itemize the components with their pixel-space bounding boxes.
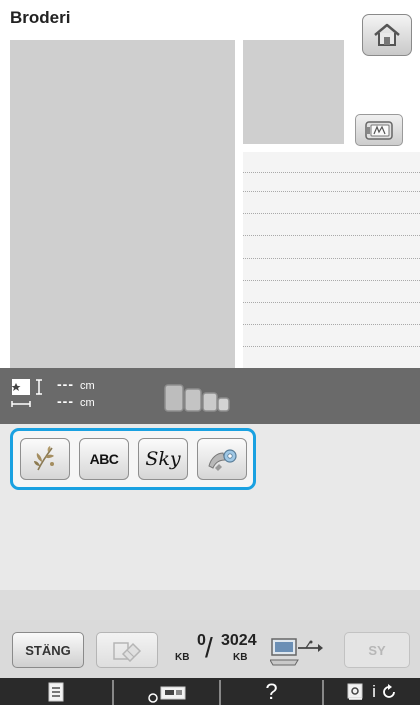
pattern-thumbnail — [243, 40, 344, 144]
rotate-icon — [383, 683, 395, 698]
pattern-width-readout: --- cm — [57, 376, 95, 394]
info-row — [243, 191, 420, 192]
info-label: i — [372, 681, 376, 701]
memory-total-value: 3024 — [221, 632, 257, 649]
pattern-height-value: --- — [57, 393, 74, 409]
info-row — [243, 280, 420, 281]
list-icon — [48, 682, 64, 701]
info-row — [243, 172, 420, 173]
category-button-alphabet[interactable]: ABC — [79, 438, 129, 480]
help-key[interactable]: ? — [221, 678, 322, 705]
settings-key[interactable]: i — [324, 678, 420, 705]
pattern-height-readout: --- cm — [57, 393, 95, 411]
size-icon — [10, 377, 50, 416]
pattern-width-unit: cm — [80, 380, 95, 392]
category-button-floral[interactable] — [20, 438, 70, 480]
memory-total-unit: KB — [233, 652, 248, 663]
page-title: Broderi — [10, 8, 71, 27]
sew-button[interactable]: SY — [344, 632, 410, 668]
pattern-info-list — [243, 152, 420, 368]
info-row — [243, 302, 420, 303]
info-row — [243, 324, 420, 325]
home-icon — [374, 23, 400, 46]
pattern-height-unit: cm — [80, 397, 95, 409]
delete-button[interactable] — [96, 632, 158, 668]
info-row — [243, 346, 420, 347]
pattern-list-key[interactable] — [0, 678, 112, 705]
machine-key[interactable] — [114, 678, 219, 705]
machine-icon — [147, 686, 185, 703]
saved-pattern-icon — [208, 449, 237, 471]
hoops-icon — [163, 383, 231, 418]
settings-icon — [347, 683, 363, 700]
eraser-icon — [113, 642, 142, 662]
info-row — [243, 213, 420, 214]
memory-separator: / — [205, 632, 213, 663]
floral-pattern-icon — [34, 446, 54, 471]
memory-used-unit: KB — [175, 652, 190, 663]
pc-usb-icon — [269, 636, 324, 673]
category-panel-footer — [0, 590, 420, 620]
home-button[interactable] — [362, 14, 412, 56]
hoop-display-button[interactable] — [355, 114, 403, 146]
category-alphabet-label: ABC — [89, 451, 119, 467]
info-row — [243, 235, 420, 236]
category-button-saved[interactable] — [197, 438, 247, 480]
close-button[interactable]: STÄNG — [12, 632, 84, 668]
hoop-frame-icon — [365, 121, 393, 140]
help-label: ? — [265, 678, 278, 704]
category-button-script[interactable]: Sky — [138, 438, 188, 480]
info-row — [243, 258, 420, 259]
pattern-width-value: --- — [57, 376, 74, 392]
embroidery-preview-area[interactable] — [10, 40, 235, 368]
category-script-label: Sky — [145, 448, 181, 470]
